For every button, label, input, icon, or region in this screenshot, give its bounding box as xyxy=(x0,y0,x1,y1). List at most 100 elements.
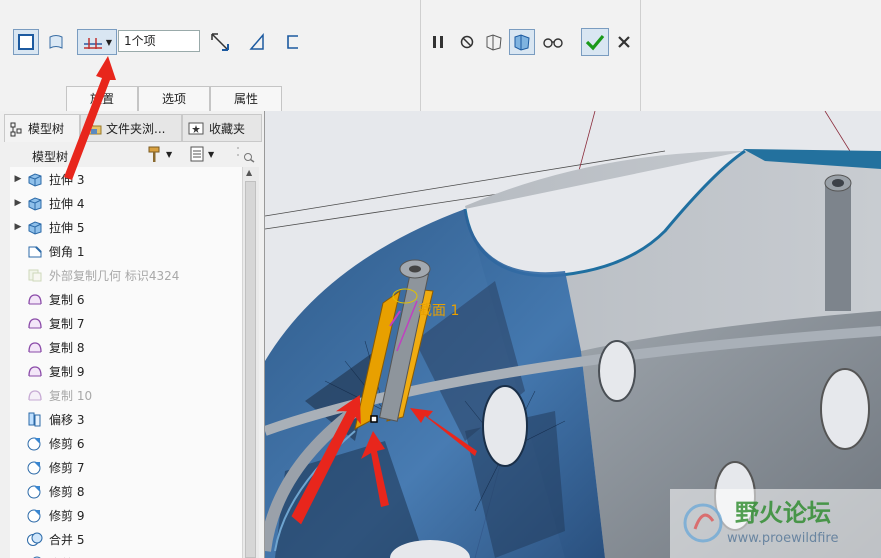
tree-item[interactable]: 修剪 6 xyxy=(10,431,242,455)
navigator-tabs: 模型树 文件夹浏... 收藏夹 xyxy=(4,114,262,142)
cancel-button[interactable] xyxy=(611,29,637,55)
watermark-title: 野火论坛 xyxy=(735,499,831,527)
copy-surface-icon xyxy=(26,339,44,355)
chamfer-icon xyxy=(26,243,44,259)
watermark-url: www.proewildfire xyxy=(727,531,839,546)
model-tree-icon xyxy=(10,122,22,136)
plane-option-button[interactable] xyxy=(245,29,271,55)
tree-item[interactable]: 复制 9 xyxy=(10,359,242,383)
feature-preview-button[interactable] xyxy=(509,29,535,55)
selection-count-field[interactable]: 1个项 xyxy=(118,30,200,52)
ribbon-divider xyxy=(420,0,421,111)
tree-item[interactable]: 合并 5 xyxy=(10,527,242,551)
trim-icon xyxy=(26,435,44,451)
tree-item-label: 合并 6 xyxy=(49,555,84,558)
model-render xyxy=(265,111,881,558)
extrude-icon xyxy=(26,195,44,211)
chevron-down-icon: ▼ xyxy=(208,149,215,159)
confirm-button[interactable] xyxy=(581,28,609,56)
tree-item-label: 修剪 8 xyxy=(49,484,85,499)
tree-item-label: 修剪 7 xyxy=(49,460,85,475)
checkmark-icon xyxy=(585,34,605,51)
tree-item-label: 复制 9 xyxy=(49,364,85,379)
tree-item-label: 复制 8 xyxy=(49,340,85,355)
tree-scrollbar[interactable]: ▲ xyxy=(242,167,259,558)
tree-item[interactable]: 复制 7 xyxy=(10,311,242,335)
tree-item[interactable]: 修剪 9 xyxy=(10,503,242,527)
trim-icon xyxy=(26,459,44,475)
extrude-icon xyxy=(26,171,44,187)
tree-header: 模型树 ▼ ▼ xyxy=(10,145,260,167)
tree-item-label: 复制 6 xyxy=(49,292,85,307)
navigator-panel: 模型树 文件夹浏... 收藏夹 模型树 ▼ ▼ ▶ 拉伸 3 ▶ 拉伸 4 ▶ 拉伸 5倒… xyxy=(0,111,265,558)
ribbon: ▼ 1个项 放置 选项 属性 xyxy=(0,0,881,112)
reference-lines-icon xyxy=(83,38,102,49)
triangle-plane-icon xyxy=(249,32,264,50)
copy-surface-icon xyxy=(26,363,44,379)
tree-item[interactable]: 复制 6 xyxy=(10,287,242,311)
tree-item[interactable]: ▶ 拉伸 3 xyxy=(10,167,242,191)
geometry-preview-button[interactable] xyxy=(481,29,507,55)
section-label: 截面 1 xyxy=(418,303,460,319)
shaded-preview-icon xyxy=(514,34,530,51)
chevron-down-icon: ▼ xyxy=(166,149,173,159)
scrollbar-thumb[interactable] xyxy=(245,181,256,558)
solid-icon xyxy=(18,34,34,50)
bracket-icon xyxy=(287,35,298,49)
tree-item-label: 修剪 6 xyxy=(49,436,85,451)
tree-item-label: 倒角 1 xyxy=(49,244,85,259)
pause-button[interactable] xyxy=(425,29,451,55)
solid-toggle-button[interactable] xyxy=(13,29,39,55)
scroll-up-arrow-icon[interactable]: ▲ xyxy=(246,168,252,177)
merge-icon xyxy=(26,531,44,547)
flip-arrows-icon xyxy=(211,33,229,51)
tree-item[interactable]: ▶ 拉伸 5 xyxy=(10,215,242,239)
tree-item-label: 拉伸 4 xyxy=(49,196,85,211)
graphics-viewport[interactable]: 截面 1 野火论坛 www.proewildfire xyxy=(265,111,881,558)
tree-item-label: 修剪 9 xyxy=(49,508,85,523)
tree-item-label: 拉伸 5 xyxy=(49,220,85,235)
copy-surface-icon xyxy=(26,291,44,307)
tree-item-label: 复制 7 xyxy=(49,316,85,331)
tree-item-label: 合并 5 xyxy=(49,532,85,547)
glasses-icon xyxy=(543,38,563,48)
extrude-icon xyxy=(26,219,44,235)
tree-item[interactable]: 倒角 1 xyxy=(10,239,242,263)
expand-arrow-icon[interactable]: ▶ xyxy=(10,222,26,232)
expand-arrow-icon[interactable]: ▶ xyxy=(10,174,26,184)
no-preview-button[interactable] xyxy=(454,29,480,55)
tree-item-label: 外部复制几何 标识4324 xyxy=(49,268,180,283)
flip-direction-button[interactable] xyxy=(207,29,233,55)
tree-item[interactable]: 修剪 8 xyxy=(10,479,242,503)
bracket-option-button[interactable] xyxy=(280,29,306,55)
tab-favorites[interactable]: 收藏夹 xyxy=(182,114,262,142)
tab-options[interactable]: 选项 xyxy=(138,86,210,111)
no-symbol-icon xyxy=(460,35,474,49)
tree-item[interactable]: 合并 6 xyxy=(10,551,242,558)
trim-icon xyxy=(26,483,44,499)
show-menu-button[interactable]: ▼ xyxy=(188,145,214,163)
tree-item[interactable]: 外部复制几何 标识4324 xyxy=(10,263,242,287)
hammer-settings-icon xyxy=(148,146,160,162)
wireframe-preview-icon xyxy=(486,34,502,51)
tab-properties[interactable]: 属性 xyxy=(210,86,282,111)
tree-item[interactable]: 偏移 3 xyxy=(10,407,242,431)
tab-label: 收藏夹 xyxy=(209,121,246,136)
settings-button[interactable]: ▼ xyxy=(146,145,172,163)
filter-button[interactable] xyxy=(234,145,256,166)
tree-item[interactable]: 复制 10 xyxy=(10,383,242,407)
favorites-icon xyxy=(188,122,204,135)
pause-icon xyxy=(433,36,443,48)
tree-item[interactable]: 复制 8 xyxy=(10,335,242,359)
ribbon-divider xyxy=(640,0,641,111)
model-tree: ▶ 拉伸 3 ▶ 拉伸 4 ▶ 拉伸 5 倒角 1 外部复制几何 标识4324 复制 6 复制 7… xyxy=(10,167,242,558)
chevron-down-icon[interactable]: ▼ xyxy=(106,38,112,47)
filter-icon xyxy=(237,147,255,163)
copy-geometry-icon xyxy=(26,267,44,283)
tree-item[interactable]: 修剪 7 xyxy=(10,455,242,479)
tree-item-label: 复制 10 xyxy=(49,388,93,403)
close-icon xyxy=(618,36,630,48)
verify-button[interactable] xyxy=(540,29,566,55)
tree-item[interactable]: ▶ 拉伸 4 xyxy=(10,191,242,215)
expand-arrow-icon[interactable]: ▶ xyxy=(10,198,26,208)
